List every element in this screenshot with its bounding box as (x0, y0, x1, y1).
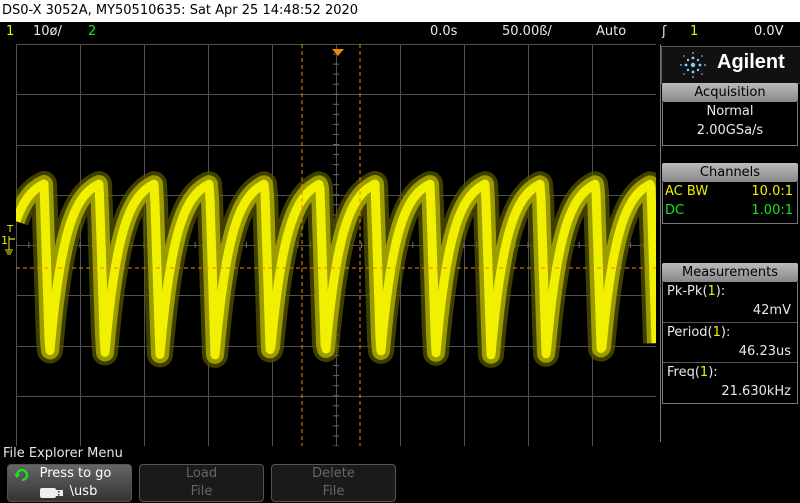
measurement-value: 21.630kHz (721, 384, 791, 399)
softkey-line2: File (322, 484, 345, 499)
trigger-level[interactable]: 0.0V (754, 22, 784, 42)
time-position[interactable]: 0.0s (430, 22, 457, 42)
measurement-name: Pk-Pk(1): (667, 284, 726, 299)
rotate-knob-icon (14, 468, 29, 482)
channels-box: AC BW 10.0:1 DC 1.00:1 (662, 182, 798, 224)
measurement-name: Freq(1): (667, 365, 718, 380)
waveform-display[interactable] (16, 44, 656, 446)
trigger-mode[interactable]: Auto (596, 22, 626, 42)
softkey-line1: Delete (312, 466, 355, 481)
measurement-value: 42mV (752, 303, 791, 318)
status-bar: 1 10ø/ 2 0.0s 50.00ß/ Auto ʃ 1 0.0V (0, 22, 800, 42)
ch1-number[interactable]: 1 (6, 22, 14, 42)
load-file-button[interactable]: Load File (139, 464, 264, 502)
sample-rate: 2.00GSa/s (696, 123, 764, 138)
ch2-number[interactable]: 2 (88, 22, 96, 42)
acquisition-box: Normal 2.00GSa/s (662, 102, 798, 146)
trigger-edge-icon: ʃ (662, 24, 667, 39)
brand-logo: Agilent (661, 46, 800, 84)
trigger-position-marker (332, 42, 344, 61)
acquisition-mode: Normal (706, 104, 754, 119)
measurement-row[interactable]: Period(1): 46.23us (663, 322, 797, 363)
trigger-source[interactable]: 1 (690, 22, 698, 42)
menu-title: File Explorer Menu (3, 446, 123, 461)
softkey-menu: File Explorer Menu Press to go \usb Load… (0, 446, 800, 503)
title-bar: DS0-X 3052A, MY50510635: Sat Apr 25 14:4… (0, 0, 800, 22)
softkey-line2-row: \usb (8, 483, 131, 501)
ch2-probe: 1.00:1 (751, 203, 793, 218)
softkey-line2: File (190, 484, 213, 499)
ch1-scale[interactable]: 10ø/ (33, 22, 62, 42)
softkey-line1: Load (185, 466, 218, 481)
press-to-go-usb-button[interactable]: Press to go \usb (7, 464, 132, 502)
ch1-probe: 10.0:1 (751, 184, 793, 199)
measurement-row[interactable]: Freq(1): 21.630kHz (663, 362, 797, 403)
channels-header[interactable]: Channels (662, 163, 798, 182)
measurements-header[interactable]: Measurements (662, 263, 798, 282)
waveform-svg (16, 44, 656, 446)
brand-name: Agilent (717, 51, 785, 73)
acquisition-header[interactable]: Acquisition (662, 83, 798, 102)
time-scale[interactable]: 50.00ß/ (502, 22, 552, 42)
ch1-coupling: AC BW (665, 184, 709, 199)
ch2-coupling: DC (665, 203, 685, 218)
delete-file-button[interactable]: Delete File (271, 464, 396, 502)
agilent-spark-icon (680, 52, 706, 78)
measurement-value: 46.23us (738, 344, 791, 359)
measurements-box: Pk-Pk(1): 42mV Period(1): 46.23us Freq(1… (662, 282, 798, 404)
measurement-name: Period(1): (667, 325, 731, 340)
usb-icon (40, 488, 63, 498)
ground-icon (5, 236, 15, 255)
window-title: DS0-X 3052A, MY50510635: Sat Apr 25 14:4… (2, 3, 359, 18)
ch1-ground-marker[interactable]: T 1 (0, 224, 16, 256)
measurement-row[interactable]: Pk-Pk(1): 42mV (663, 282, 797, 322)
